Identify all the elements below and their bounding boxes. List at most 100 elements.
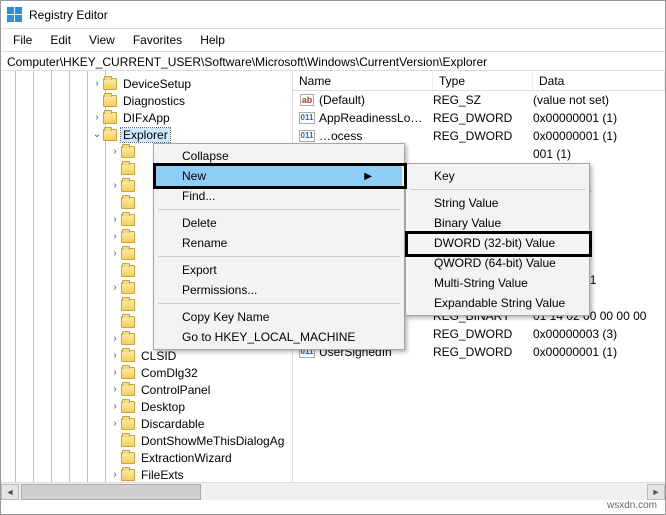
menu-item[interactable]: Copy Key Name xyxy=(156,307,402,327)
col-name[interactable]: Name xyxy=(293,72,433,90)
scroll-thumb[interactable] xyxy=(21,484,201,500)
address-bar[interactable]: Computer\HKEY_CURRENT_USER\Software\Micr… xyxy=(1,51,665,71)
tree-item[interactable]: ›DIFxApp xyxy=(1,109,292,126)
cell-data: (value not set) xyxy=(533,93,665,107)
menu-item[interactable]: New▶ xyxy=(156,166,402,186)
menu-help[interactable]: Help xyxy=(192,31,233,49)
list-row[interactable]: 011AppReadinessLo…REG_DWORD0x00000001 (1… xyxy=(293,109,665,127)
tree-item-label: DeviceSetup xyxy=(121,77,193,91)
tree-item-label: Discardable xyxy=(139,417,206,431)
tree-item[interactable]: › Desktop xyxy=(1,398,292,415)
folder-icon xyxy=(121,435,135,447)
menu-bar: File Edit View Favorites Help xyxy=(1,29,665,51)
tree-twisty-icon[interactable]: › xyxy=(109,282,121,293)
tree-twisty-icon[interactable]: › xyxy=(109,146,121,157)
tree-item[interactable]: › DeviceSetup xyxy=(1,75,292,92)
menu-item[interactable]: Rename xyxy=(156,233,402,253)
cell-data: 0x00000003 (3) xyxy=(533,327,665,341)
tree-twisty-icon[interactable]: › xyxy=(109,333,121,344)
list-header: Name Type Data xyxy=(293,71,665,91)
menu-item[interactable]: String Value xyxy=(408,193,587,213)
folder-icon xyxy=(121,316,135,328)
menu-item[interactable]: Permissions... xyxy=(156,280,402,300)
cell-type: REG_DWORD xyxy=(433,345,533,359)
folder-icon xyxy=(121,180,135,192)
context-menu[interactable]: CollapseNew▶Find... Delete Rename ExportPer… xyxy=(153,143,405,350)
menu-item[interactable]: Collapse xyxy=(156,146,402,166)
tree-twisty-icon[interactable]: › xyxy=(109,384,121,395)
menu-item[interactable]: Export xyxy=(156,260,402,280)
tree-twisty-icon[interactable]: › xyxy=(91,78,103,89)
tree-item[interactable]: › FileExts xyxy=(1,466,292,482)
menu-item[interactable]: Expandable String Value xyxy=(408,293,587,313)
tree-item-label: Explorer xyxy=(121,128,170,142)
tree-item[interactable]: › ControlPanel xyxy=(1,381,292,398)
tree-twisty-icon[interactable]: › xyxy=(109,418,121,429)
col-type[interactable]: Type xyxy=(433,72,533,90)
menu-view[interactable]: View xyxy=(81,31,123,49)
folder-icon xyxy=(121,452,135,464)
folder-icon xyxy=(121,265,135,277)
menu-item[interactable]: Multi-String Value xyxy=(408,273,587,293)
horizontal-scrollbar[interactable]: ◄ ► xyxy=(1,482,665,500)
menu-item[interactable]: Key xyxy=(408,166,587,186)
tree-twisty-icon[interactable]: › xyxy=(109,180,121,191)
cell-data: 0x00000001 (1) xyxy=(533,111,665,125)
cell-data: 001 (1) xyxy=(533,147,665,161)
tree-twisty-icon[interactable]: › xyxy=(109,469,121,480)
folder-icon xyxy=(121,146,135,158)
menu-item[interactable]: Find... xyxy=(156,186,402,206)
tree-item[interactable]: Diagnostics xyxy=(1,92,292,109)
menu-favorites[interactable]: Favorites xyxy=(125,31,190,49)
menu-item[interactable]: DWORD (32-bit) Value xyxy=(408,233,587,253)
dword-value-icon: 011 xyxy=(299,111,315,125)
menu-edit[interactable]: Edit xyxy=(42,31,79,49)
menu-item-label: Delete xyxy=(182,216,217,230)
menu-item[interactable]: Binary Value xyxy=(408,213,587,233)
dword-value-icon: 011 xyxy=(299,129,315,143)
menu-file[interactable]: File xyxy=(5,31,40,49)
col-data[interactable]: Data xyxy=(533,72,665,90)
tree-twisty-icon[interactable]: ⌄ xyxy=(91,129,103,140)
menu-item-label: Key xyxy=(434,169,455,183)
tree-twisty-icon[interactable]: › xyxy=(91,112,103,123)
menu-item[interactable]: QWORD (64-bit) Value xyxy=(408,253,587,273)
tree-item-label: ControlPanel xyxy=(139,383,212,397)
tree-twisty-icon[interactable]: › xyxy=(109,401,121,412)
tree-item-label: Desktop xyxy=(139,400,187,414)
menu-item-label: QWORD (64-bit) Value xyxy=(434,256,556,270)
menu-item-label: Copy Key Name xyxy=(182,310,269,324)
menu-separator xyxy=(158,256,400,257)
folder-icon xyxy=(121,197,135,209)
scroll-left-button[interactable]: ◄ xyxy=(1,484,19,500)
folder-icon xyxy=(121,418,135,430)
menu-item[interactable]: Go to HKEY_LOCAL_MACHINE xyxy=(156,327,402,347)
tree-item-label: FileExts xyxy=(139,468,186,482)
scroll-right-button[interactable]: ► xyxy=(647,484,665,500)
cell-name: AppReadinessLo… xyxy=(319,111,433,125)
tree-twisty-icon[interactable]: › xyxy=(109,367,121,378)
tree-twisty-icon[interactable]: › xyxy=(109,231,121,242)
folder-icon xyxy=(103,129,117,141)
tree-item[interactable]: DontShowMeThisDialogAg xyxy=(1,432,292,449)
tree-item[interactable]: ExtractionWizard xyxy=(1,449,292,466)
cell-name: …ocess xyxy=(319,129,433,143)
tree-twisty-icon[interactable]: › xyxy=(109,350,121,361)
tree-item-label: ComDlg32 xyxy=(139,366,200,380)
menu-item[interactable]: Delete xyxy=(156,213,402,233)
tree-item[interactable]: › Discardable xyxy=(1,415,292,432)
footer-watermark: wsxdn.com xyxy=(1,500,665,514)
folder-icon xyxy=(103,112,117,124)
folder-icon xyxy=(121,333,135,345)
context-submenu-new[interactable]: Key String ValueBinary ValueDWORD (32-bit… xyxy=(405,163,590,316)
folder-icon xyxy=(121,282,135,294)
tree-item[interactable]: ⌄ Explorer xyxy=(1,126,292,143)
tree-twisty-icon[interactable]: › xyxy=(109,214,121,225)
tree-item[interactable]: › ComDlg32 xyxy=(1,364,292,381)
tree-twisty-icon[interactable]: › xyxy=(109,248,121,259)
folder-icon xyxy=(121,367,135,379)
window-title: Registry Editor xyxy=(29,8,108,22)
list-row[interactable]: ab(Default)REG_SZ(value not set) xyxy=(293,91,665,109)
folder-icon xyxy=(103,95,117,107)
tree-item-label: Diagnostics xyxy=(121,94,187,108)
